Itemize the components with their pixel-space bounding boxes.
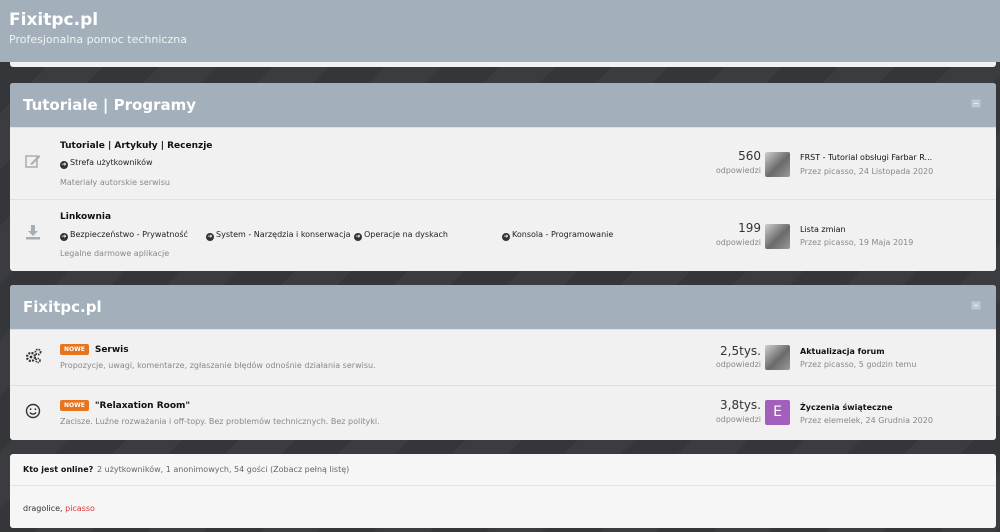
forum-description: Propozycje, uwagi, komentarze, zgłaszani… <box>60 361 376 370</box>
arrow-circle-icon: ➜ <box>60 161 68 169</box>
edit-icon <box>24 153 42 171</box>
forum-row: Tutoriale | Artykuły | Recenzje ➜ Strefa … <box>10 127 996 199</box>
forum-name[interactable]: Tutoriale | Artykuły | Recenzje <box>60 141 212 151</box>
category-header: Fixitpc.pl <box>10 285 996 329</box>
last-topic-title[interactable]: Lista zmian <box>800 225 846 234</box>
subforum-link[interactable]: ➜ Operacje na dyskach <box>354 230 448 241</box>
arrow-circle-icon: ➜ <box>502 233 510 241</box>
online-stats[interactable]: 2 użytkowników, 1 anonimowych, 54 gości … <box>97 465 349 474</box>
subforum-label: Bezpieczeństwo - Prywatność <box>70 230 188 239</box>
arrow-circle-icon: ➜ <box>354 233 362 241</box>
reply-count: 2,5tys. <box>720 344 761 358</box>
subforum-label: Konsola - Programowanie <box>512 230 614 239</box>
new-badge: NOWE <box>60 344 89 355</box>
arrow-circle-icon: ➜ <box>206 233 214 241</box>
divider <box>10 485 996 486</box>
collapse-icon[interactable] <box>971 301 981 310</box>
forum-description: Materiały autorskie serwisu <box>60 178 170 187</box>
reply-label: odpowiedzi <box>715 238 761 247</box>
last-topic-title[interactable]: Aktualizacja forum <box>800 347 885 356</box>
last-topic-meta: Przez elemelek, 24 Grudnia 2020 <box>800 416 933 425</box>
site-header: Fixitpc.pl Profesjonalna pomoc techniczn… <box>0 0 1000 62</box>
forum-description: Zacisze. Luźne rozważania i off-topy. Be… <box>60 417 380 426</box>
new-badge: NOWE <box>60 400 89 411</box>
avatar[interactable] <box>765 152 790 177</box>
forum-name: Serwis <box>94 345 129 355</box>
subforum-label: Strefa użytkowników <box>70 158 153 167</box>
category-fixitpc: Fixitpc.pl NOWE Serwis Propozycje, uwagi,… <box>10 285 996 440</box>
header-strip <box>10 62 996 67</box>
reply-label: odpowiedzi <box>715 360 761 369</box>
gears-icon <box>24 348 42 366</box>
last-topic-meta: Przez picasso, 19 Maja 2019 <box>800 238 914 247</box>
last-topic-title[interactable]: FRST - Tutorial obsługi Farbar R... <box>800 153 932 162</box>
reply-count: 3,8tys. <box>720 398 761 412</box>
forum-name: "Relaxation Room" <box>94 401 191 411</box>
subforum-link[interactable]: ➜ Bezpieczeństwo - Prywatność <box>60 230 188 241</box>
forum-row: NOWE "Relaxation Room" Zacisze. Luźne roz… <box>10 385 996 440</box>
smiley-icon <box>24 403 42 421</box>
reply-count: 560 <box>738 149 761 163</box>
site-title[interactable]: Fixitpc.pl <box>9 10 98 30</box>
download-icon <box>24 224 42 242</box>
category-title[interactable]: Tutoriale | Programy <box>23 96 196 114</box>
subforum-link[interactable]: ➜ System - Narzędzia i konserwacja <box>206 230 350 241</box>
last-topic-title[interactable]: Życzenia świąteczne <box>800 403 893 412</box>
online-users: dragolice, picasso <box>23 504 95 513</box>
online-user[interactable]: picasso <box>65 504 95 513</box>
category-header: Tutoriale | Programy <box>10 83 996 127</box>
reply-count: 199 <box>738 221 761 235</box>
last-topic-meta: Przez picasso, 24 Listopada 2020 <box>800 167 934 176</box>
online-title: Kto jest online? <box>23 465 94 474</box>
forum-description: Legalne darmowe aplikacje <box>60 249 170 258</box>
avatar[interactable]: E <box>765 400 790 425</box>
subforum-label: Operacje na dyskach <box>364 230 448 239</box>
category-title[interactable]: Fixitpc.pl <box>23 298 102 316</box>
online-panel: Kto jest online? 2 użytkowników, 1 anoni… <box>10 454 996 528</box>
avatar[interactable] <box>765 224 790 249</box>
category-tutoriale: Tutoriale | Programy Tutoriale | Artykuł… <box>10 83 996 271</box>
subforum-link[interactable]: ➜ Konsola - Programowanie <box>502 230 613 241</box>
avatar[interactable] <box>765 345 790 370</box>
reply-label: odpowiedzi <box>715 166 761 175</box>
last-topic-meta: Przez picasso, 5 godzin temu <box>800 360 917 369</box>
forum-row: NOWE Serwis Propozycje, uwagi, komentarze… <box>10 329 996 385</box>
reply-label: odpowiedzi <box>715 415 761 424</box>
arrow-circle-icon: ➜ <box>60 233 68 241</box>
forum-name-wrap[interactable]: NOWE "Relaxation Room" <box>60 400 190 411</box>
forum-row: Linkownia ➜ Bezpieczeństwo - Prywatność ➜… <box>10 199 996 271</box>
forum-name[interactable]: Linkownia <box>60 212 111 222</box>
subforum-link[interactable]: ➜ Strefa użytkowników <box>60 158 153 169</box>
online-user[interactable]: dragolice <box>23 504 60 513</box>
forum-name-wrap[interactable]: NOWE Serwis <box>60 344 129 355</box>
subforum-label: System - Narzędzia i konserwacja <box>216 230 351 239</box>
site-tagline: Profesjonalna pomoc techniczna <box>9 33 187 46</box>
collapse-icon[interactable] <box>971 99 981 108</box>
